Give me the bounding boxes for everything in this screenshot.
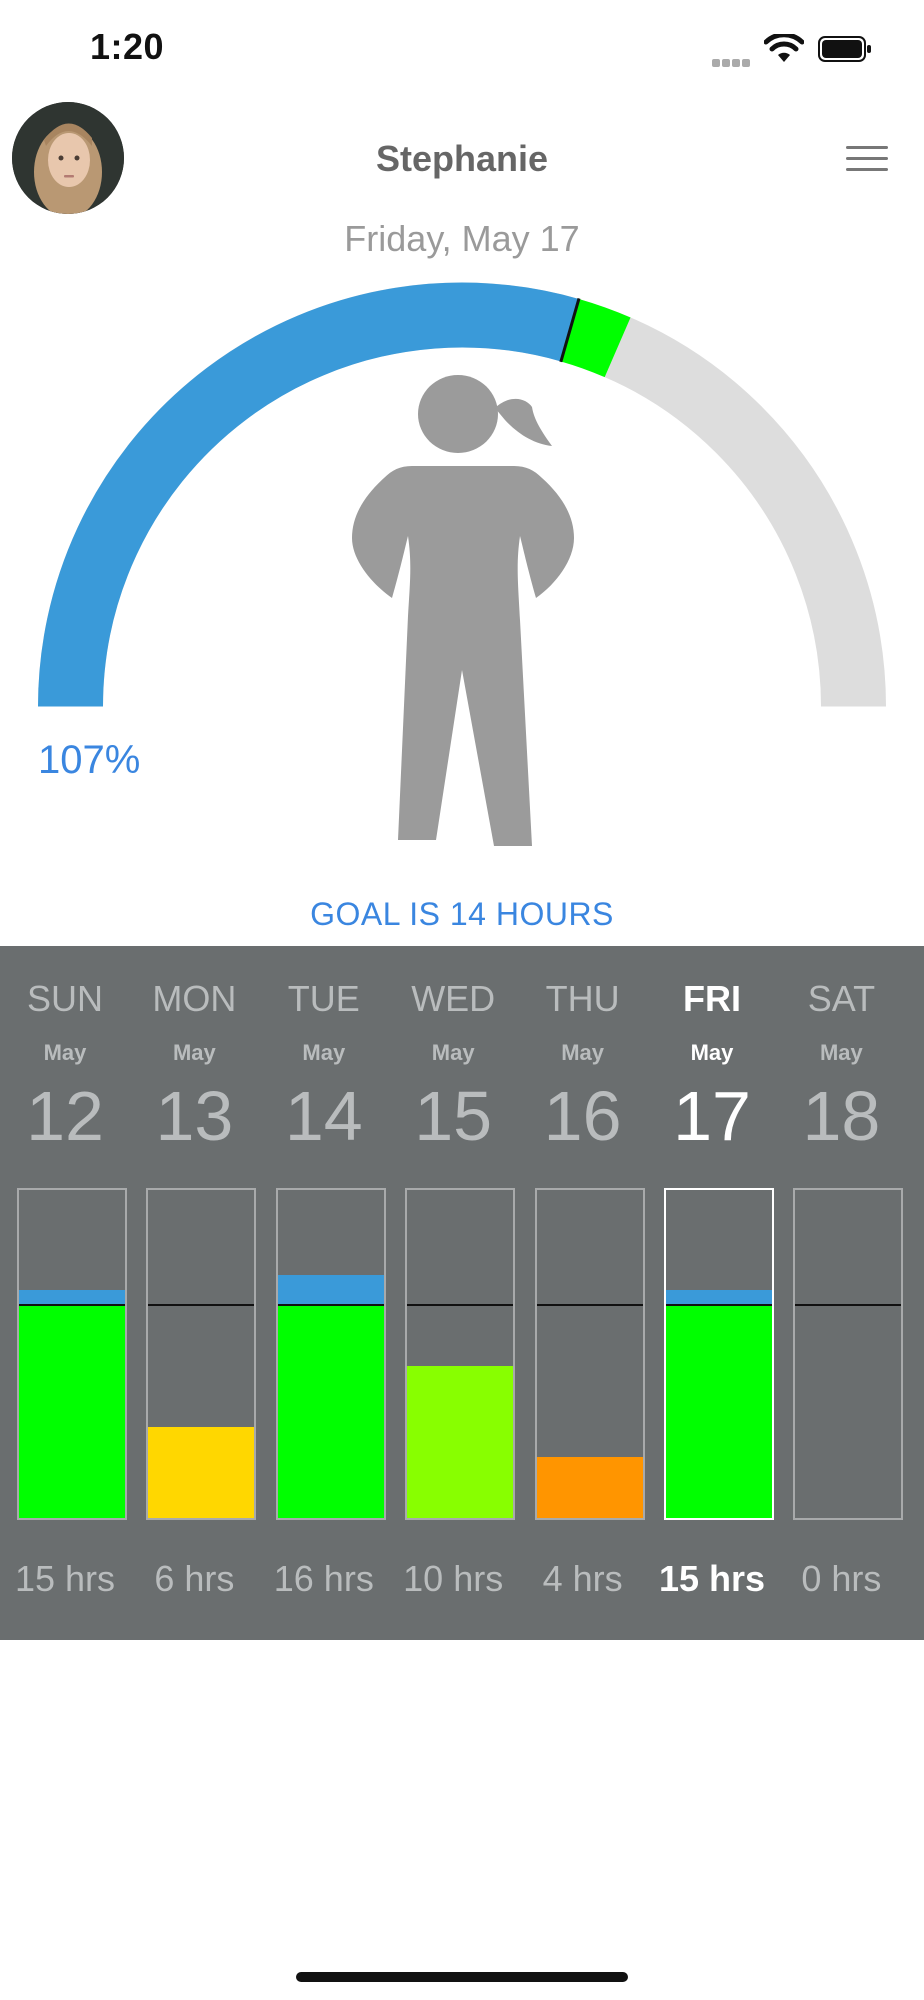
bar-goal-line <box>536 1304 643 1307</box>
battery-icon <box>818 36 871 62</box>
date-label: Friday, May 17 <box>344 218 580 259</box>
day-of-week: WED <box>411 978 496 1019</box>
day-column-fri[interactable]: FRI May 17 15 hrs <box>647 946 777 1640</box>
day-hours: 15 hrs <box>658 1558 766 1599</box>
day-bar[interactable] <box>534 1188 645 1520</box>
day-hours: 0 hrs <box>801 1558 882 1599</box>
cellular-signal-icon <box>712 54 756 67</box>
day-of-week: TUE <box>287 978 360 1019</box>
bar-goal-line <box>795 1304 902 1307</box>
day-of-week: SUN <box>26 978 103 1019</box>
day-hours: 6 hrs <box>154 1558 235 1599</box>
day-column-tue[interactable]: TUE May 14 16 hrs <box>259 946 389 1640</box>
day-month: May <box>561 1040 604 1065</box>
day-of-week: THU <box>545 978 620 1019</box>
hamburger-menu-icon[interactable] <box>846 146 888 174</box>
day-month: May <box>302 1040 346 1065</box>
day-bar[interactable] <box>275 1188 386 1520</box>
girl-figure-icon <box>352 375 574 846</box>
bar-excess <box>666 1290 772 1306</box>
day-bar[interactable] <box>793 1188 904 1520</box>
bar-goal-line <box>407 1304 514 1307</box>
goal-percent: 107% <box>38 738 141 782</box>
day-number: 16 <box>543 1077 622 1155</box>
wifi-icon <box>764 34 804 62</box>
day-number: 15 <box>414 1077 493 1155</box>
day-of-week: FRI <box>683 978 741 1019</box>
day-bar[interactable] <box>146 1188 257 1520</box>
day-month: May <box>690 1040 734 1065</box>
bar-excess <box>277 1275 384 1306</box>
bar-goal-line <box>19 1304 125 1307</box>
user-name: Stephanie <box>375 138 549 179</box>
day-column-wed[interactable]: WED May 15 10 hrs <box>388 946 518 1640</box>
bar-fill <box>148 1426 255 1518</box>
home-indicator[interactable] <box>296 1972 628 1982</box>
bar-fill <box>277 1305 384 1518</box>
day-column-mon[interactable]: MON May 13 6 hrs <box>129 946 259 1640</box>
day-hours: 10 hrs <box>403 1558 504 1599</box>
day-bar[interactable] <box>17 1188 127 1520</box>
status-time: 1:20 <box>90 26 165 67</box>
day-number: 17 <box>673 1077 751 1155</box>
day-number: 12 <box>26 1077 104 1155</box>
bar-fill <box>536 1457 643 1518</box>
weekly-panel: SUN May 12 15 hrs MON May 13 6 hrs TUE May 14 16 hr… <box>0 946 924 1640</box>
day-of-week: MON <box>152 978 237 1019</box>
day-column-thu[interactable]: THU May 16 4 hrs <box>518 946 648 1640</box>
day-month: May <box>819 1040 863 1065</box>
day-number: 14 <box>284 1077 363 1155</box>
goal-text[interactable]: GOAL IS 14 HOURS <box>0 896 924 933</box>
bar-fill <box>666 1305 772 1518</box>
day-month: May <box>431 1040 475 1065</box>
day-of-week: SAT <box>807 978 876 1019</box>
day-month: May <box>43 1040 87 1065</box>
day-bar[interactable] <box>664 1188 774 1520</box>
bar-goal-line <box>277 1304 384 1307</box>
day-hours: 15 hrs <box>14 1558 116 1599</box>
bar-fill <box>19 1305 125 1518</box>
day-bar[interactable] <box>405 1188 516 1520</box>
bar-goal-line <box>666 1304 772 1307</box>
day-column-sat[interactable]: SAT May 18 0 hrs <box>776 946 906 1640</box>
day-month: May <box>172 1040 216 1065</box>
day-column-sun[interactable]: SUN May 12 15 hrs <box>0 946 130 1640</box>
day-hours: 16 hrs <box>273 1558 374 1599</box>
day-number: 13 <box>155 1077 234 1155</box>
day-number: 18 <box>802 1077 881 1155</box>
bar-excess <box>19 1290 125 1306</box>
day-hours: 4 hrs <box>542 1558 623 1599</box>
bar-fill <box>407 1366 514 1518</box>
bar-goal-line <box>148 1304 255 1307</box>
gauge-excess <box>560 298 631 378</box>
